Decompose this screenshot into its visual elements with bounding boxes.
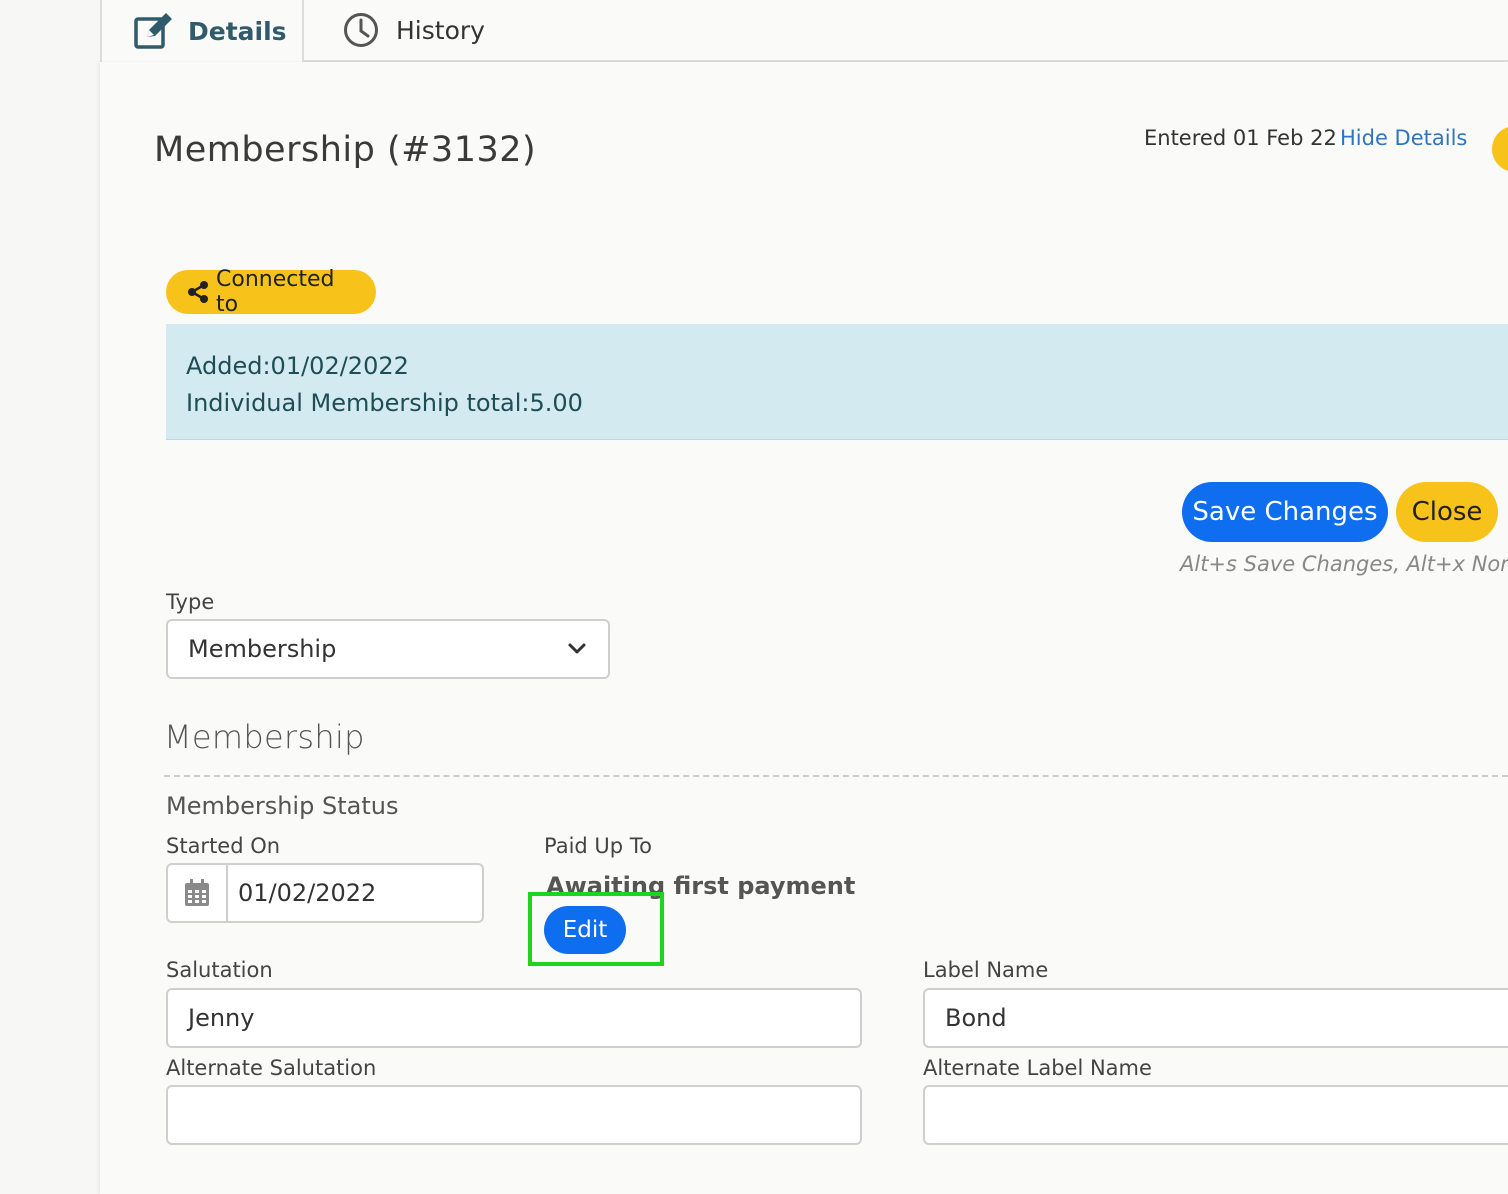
tab-history[interactable]: History xyxy=(340,0,520,60)
type-select-value: Membership xyxy=(188,635,337,663)
salutation-input[interactable]: Jenny xyxy=(166,988,862,1048)
label-name-input[interactable]: Bond xyxy=(923,988,1508,1048)
calendar-icon[interactable] xyxy=(168,865,228,921)
paid-up-to-label: Paid Up To xyxy=(544,834,652,858)
type-select[interactable]: Membership xyxy=(166,619,610,679)
share-icon xyxy=(186,280,210,304)
highlight-box xyxy=(528,892,664,966)
tab-history-label: History xyxy=(396,15,485,45)
label-name-label: Label Name xyxy=(923,958,1049,982)
page-title: Membership (#3132) xyxy=(154,130,537,170)
alternate-salutation-input[interactable] xyxy=(166,1085,862,1145)
alternate-label-name-label: Alternate Label Name xyxy=(923,1056,1152,1080)
status-heading: Membership Status xyxy=(166,792,399,820)
hide-details-link[interactable]: Hide Details xyxy=(1340,126,1467,150)
save-changes-button[interactable]: Save Changes xyxy=(1182,482,1388,542)
started-on-label: Started On xyxy=(166,834,281,858)
tab-bar: Details History xyxy=(100,0,1508,62)
chevron-down-icon xyxy=(566,638,588,660)
membership-total: Individual Membership total:5.00 xyxy=(186,389,583,417)
info-panel: Added:01/02/2022 Individual Membership t… xyxy=(166,324,1508,440)
type-label: Type xyxy=(166,590,215,614)
entered-date: Entered 01 Feb 22 xyxy=(1144,126,1337,150)
close-button[interactable]: Close xyxy=(1396,482,1498,542)
started-on-value[interactable]: 01/02/2022 xyxy=(228,879,376,907)
connected-to-label: Connected to xyxy=(216,267,335,317)
alternate-salutation-label: Alternate Salutation xyxy=(166,1056,377,1080)
membership-card: Membership (#3132) Entered 01 Feb 22 Hid… xyxy=(100,62,1508,1194)
section-divider xyxy=(164,775,1508,777)
added-date: Added:01/02/2022 xyxy=(186,352,409,380)
alternate-label-name-input[interactable] xyxy=(923,1085,1508,1145)
tab-details-label: Details xyxy=(188,16,287,46)
tab-details[interactable]: Details xyxy=(100,0,304,62)
left-gutter xyxy=(0,0,100,1194)
keyboard-shortcut-hint: Alt+s Save Changes, Alt+x None, A xyxy=(1180,552,1508,576)
clock-icon xyxy=(340,9,382,51)
started-on-field[interactable]: 01/02/2022 xyxy=(166,863,484,923)
salutation-label: Salutation xyxy=(166,958,273,982)
connected-to-button[interactable]: Connected to xyxy=(166,267,376,317)
edit-square-icon xyxy=(132,10,174,52)
section-heading: Membership xyxy=(164,718,365,756)
yellow-action-button[interactable] xyxy=(1492,126,1508,172)
page: Details History Membership (#3132) Enter… xyxy=(0,0,1508,1194)
